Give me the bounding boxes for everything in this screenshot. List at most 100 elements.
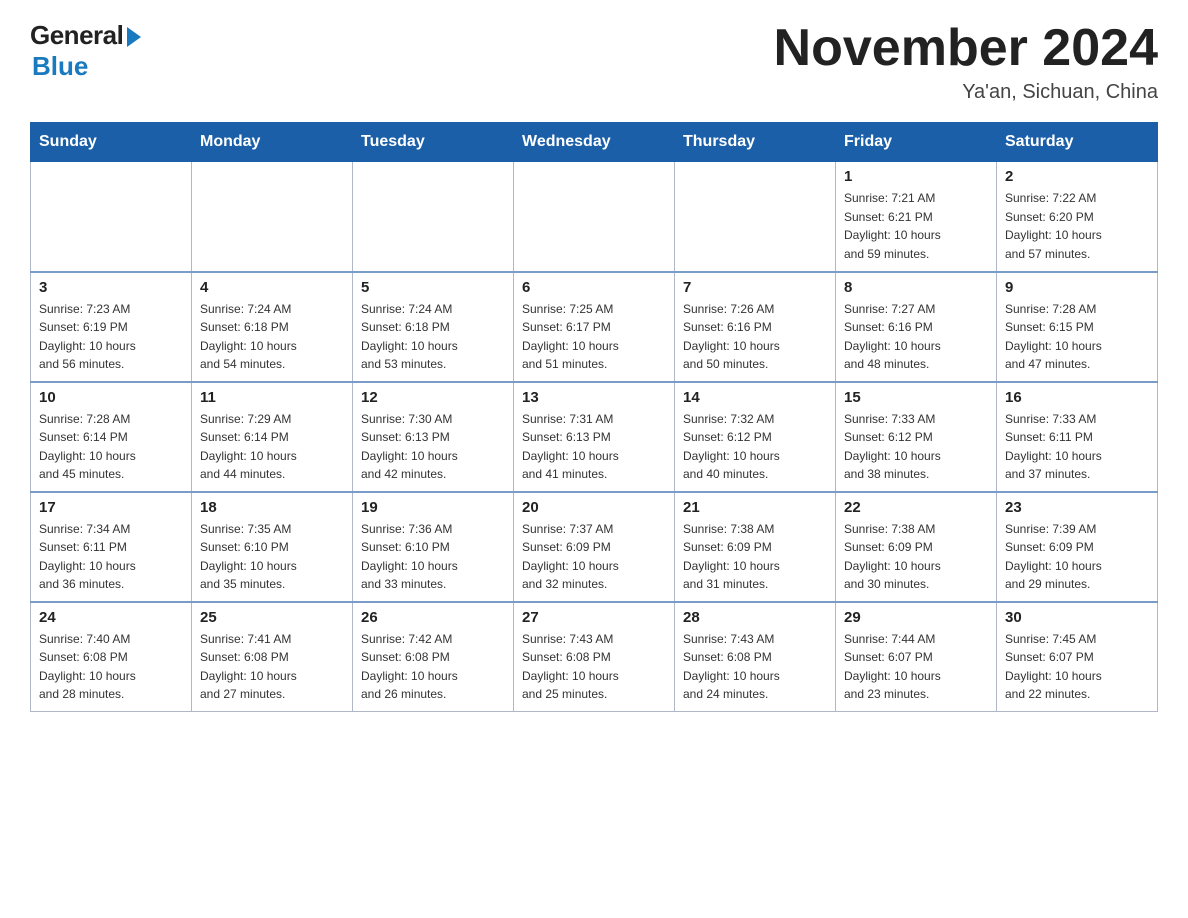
day-of-week-header: Tuesday [353,123,514,162]
day-info: Sunrise: 7:29 AMSunset: 6:14 PMDaylight:… [200,410,344,484]
logo-blue-text: Blue [32,51,88,82]
day-info: Sunrise: 7:32 AMSunset: 6:12 PMDaylight:… [683,410,827,484]
day-info: Sunrise: 7:34 AMSunset: 6:11 PMDaylight:… [39,520,183,594]
day-number: 24 [39,609,183,626]
day-number: 21 [683,499,827,516]
day-info: Sunrise: 7:24 AMSunset: 6:18 PMDaylight:… [361,300,505,374]
day-info: Sunrise: 7:42 AMSunset: 6:08 PMDaylight:… [361,630,505,704]
day-of-week-header: Monday [192,123,353,162]
calendar-day-cell: 1Sunrise: 7:21 AMSunset: 6:21 PMDaylight… [836,162,997,272]
calendar-day-cell: 4 Sunrise: 7:24 AMSunset: 6:18 PMDaylight… [192,272,353,382]
location-subtitle: Ya'an, Sichuan, China [774,81,1158,104]
day-number: 27 [522,609,666,626]
day-info: Sunrise: 7:23 AMSunset: 6:19 PMDaylight:… [39,300,183,374]
day-number: 30 [1005,609,1149,626]
calendar-day-cell: 15 Sunrise: 7:33 AMSunset: 6:12 PMDayligh… [836,382,997,492]
day-number: 28 [683,609,827,626]
calendar-day-cell: 6 Sunrise: 7:25 AMSunset: 6:17 PMDaylight… [514,272,675,382]
calendar-table: SundayMondayTuesdayWednesdayThursdayFrid… [30,122,1158,712]
calendar-week-row: 3Sunrise: 7:23 AMSunset: 6:19 PMDaylight… [31,272,1158,382]
day-info: Sunrise: 7:36 AMSunset: 6:10 PMDaylight:… [361,520,505,594]
day-number: 16 [1005,389,1149,406]
day-number: 7 [683,279,827,296]
calendar-week-row: 17 Sunrise: 7:34 AMSunset: 6:11 PMDayligh… [31,492,1158,602]
day-info: Sunrise: 7:28 AMSunset: 6:14 PMDaylight:… [39,410,183,484]
day-number: 12 [361,389,505,406]
calendar-day-cell: 23 Sunrise: 7:39 AMSunset: 6:09 PMDayligh… [997,492,1158,602]
calendar-day-cell: 26 Sunrise: 7:42 AMSunset: 6:08 PMDayligh… [353,602,514,712]
day-of-week-header: Friday [836,123,997,162]
day-info: Sunrise: 7:25 AMSunset: 6:17 PMDaylight:… [522,300,666,374]
day-number: 4 [200,279,344,296]
day-number: 23 [1005,499,1149,516]
day-of-week-header: Wednesday [514,123,675,162]
day-info: Sunrise: 7:45 AMSunset: 6:07 PMDaylight:… [1005,630,1149,704]
calendar-day-cell [31,162,192,272]
day-info: Sunrise: 7:39 AMSunset: 6:09 PMDaylight:… [1005,520,1149,594]
day-info: Sunrise: 7:24 AMSunset: 6:18 PMDaylight:… [200,300,344,374]
day-number: 6 [522,279,666,296]
day-number: 26 [361,609,505,626]
day-number: 13 [522,389,666,406]
day-number: 9 [1005,279,1149,296]
calendar-day-cell: 24 Sunrise: 7:40 AMSunset: 6:08 PMDayligh… [31,602,192,712]
calendar-day-cell: 10Sunrise: 7:28 AMSunset: 6:14 PMDayligh… [31,382,192,492]
day-info: Sunrise: 7:44 AMSunset: 6:07 PMDaylight:… [844,630,988,704]
calendar-day-cell [192,162,353,272]
day-info: Sunrise: 7:33 AMSunset: 6:11 PMDaylight:… [1005,410,1149,484]
logo-arrow-icon [127,27,141,47]
day-number: 1 [844,168,988,185]
page-header: General Blue November 2024 Ya'an, Sichua… [30,20,1158,104]
day-of-week-header: Saturday [997,123,1158,162]
day-info: Sunrise: 7:41 AMSunset: 6:08 PMDaylight:… [200,630,344,704]
calendar-day-cell: 27 Sunrise: 7:43 AMSunset: 6:08 PMDayligh… [514,602,675,712]
calendar-day-cell: 28 Sunrise: 7:43 AMSunset: 6:08 PMDayligh… [675,602,836,712]
day-number: 25 [200,609,344,626]
calendar-header-row: SundayMondayTuesdayWednesdayThursdayFrid… [31,123,1158,162]
day-number: 22 [844,499,988,516]
calendar-day-cell: 22 Sunrise: 7:38 AMSunset: 6:09 PMDayligh… [836,492,997,602]
calendar-day-cell: 8 Sunrise: 7:27 AMSunset: 6:16 PMDaylight… [836,272,997,382]
day-number: 14 [683,389,827,406]
calendar-day-cell: 2 Sunrise: 7:22 AMSunset: 6:20 PMDaylight… [997,162,1158,272]
calendar-day-cell: 14 Sunrise: 7:32 AMSunset: 6:12 PMDayligh… [675,382,836,492]
day-info: Sunrise: 7:22 AMSunset: 6:20 PMDaylight:… [1005,189,1149,263]
calendar-day-cell: 19Sunrise: 7:36 AMSunset: 6:10 PMDayligh… [353,492,514,602]
calendar-day-cell: 7 Sunrise: 7:26 AMSunset: 6:16 PMDaylight… [675,272,836,382]
calendar-day-cell: 9Sunrise: 7:28 AMSunset: 6:15 PMDaylight… [997,272,1158,382]
day-info: Sunrise: 7:33 AMSunset: 6:12 PMDaylight:… [844,410,988,484]
header-right: November 2024 Ya'an, Sichuan, China [774,20,1158,104]
calendar-day-cell: 18Sunrise: 7:35 AMSunset: 6:10 PMDayligh… [192,492,353,602]
day-number: 15 [844,389,988,406]
logo-general-text: General [30,20,123,51]
calendar-day-cell [353,162,514,272]
day-number: 8 [844,279,988,296]
calendar-day-cell: 20 Sunrise: 7:37 AMSunset: 6:09 PMDayligh… [514,492,675,602]
day-info: Sunrise: 7:38 AMSunset: 6:09 PMDaylight:… [844,520,988,594]
calendar-day-cell: 13Sunrise: 7:31 AMSunset: 6:13 PMDayligh… [514,382,675,492]
calendar-day-cell [675,162,836,272]
calendar-day-cell: 11Sunrise: 7:29 AMSunset: 6:14 PMDayligh… [192,382,353,492]
day-number: 20 [522,499,666,516]
calendar-day-cell: 12 Sunrise: 7:30 AMSunset: 6:13 PMDayligh… [353,382,514,492]
day-info: Sunrise: 7:37 AMSunset: 6:09 PMDaylight:… [522,520,666,594]
calendar-day-cell: 30 Sunrise: 7:45 AMSunset: 6:07 PMDayligh… [997,602,1158,712]
calendar-day-cell: 17 Sunrise: 7:34 AMSunset: 6:11 PMDayligh… [31,492,192,602]
day-info: Sunrise: 7:30 AMSunset: 6:13 PMDaylight:… [361,410,505,484]
day-number: 2 [1005,168,1149,185]
logo: General Blue [30,20,141,82]
calendar-day-cell: 21Sunrise: 7:38 AMSunset: 6:09 PMDayligh… [675,492,836,602]
calendar-day-cell: 16 Sunrise: 7:33 AMSunset: 6:11 PMDayligh… [997,382,1158,492]
calendar-day-cell: 25 Sunrise: 7:41 AMSunset: 6:08 PMDayligh… [192,602,353,712]
day-info: Sunrise: 7:40 AMSunset: 6:08 PMDaylight:… [39,630,183,704]
day-number: 17 [39,499,183,516]
day-info: Sunrise: 7:26 AMSunset: 6:16 PMDaylight:… [683,300,827,374]
day-info: Sunrise: 7:43 AMSunset: 6:08 PMDaylight:… [522,630,666,704]
calendar-week-row: 10Sunrise: 7:28 AMSunset: 6:14 PMDayligh… [31,382,1158,492]
calendar-day-cell: 29Sunrise: 7:44 AMSunset: 6:07 PMDayligh… [836,602,997,712]
day-info: Sunrise: 7:35 AMSunset: 6:10 PMDaylight:… [200,520,344,594]
calendar-week-row: 24 Sunrise: 7:40 AMSunset: 6:08 PMDayligh… [31,602,1158,712]
day-of-week-header: Thursday [675,123,836,162]
day-info: Sunrise: 7:43 AMSunset: 6:08 PMDaylight:… [683,630,827,704]
day-info: Sunrise: 7:27 AMSunset: 6:16 PMDaylight:… [844,300,988,374]
